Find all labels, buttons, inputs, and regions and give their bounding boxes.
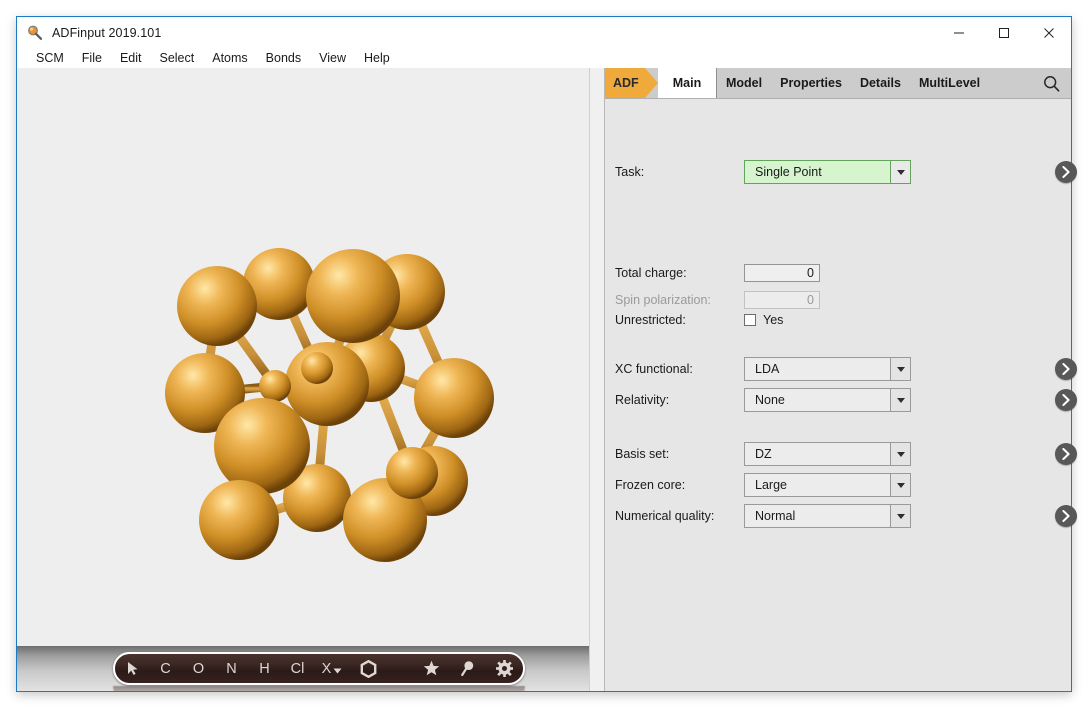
unrestricted-checkbox-label: Yes: [763, 313, 783, 327]
menu-item-help[interactable]: Help: [355, 51, 399, 65]
adf-badge-label: ADF: [613, 76, 639, 90]
chlorine-tool[interactable]: Cl: [281, 654, 314, 683]
settings-gear-tool[interactable]: [485, 654, 523, 683]
basis-set-value: DZ: [745, 447, 890, 461]
row-unrestricted: Unrestricted: Yes: [605, 308, 1071, 332]
toolbar-tray: C O N H Cl X: [17, 646, 589, 691]
oxygen-tool[interactable]: O: [182, 654, 215, 683]
menu-item-file[interactable]: File: [73, 51, 111, 65]
relativity-label: Relativity:: [615, 393, 669, 407]
row-frozen-core: Frozen core: Large: [605, 473, 1071, 497]
frozen-core-dropdown[interactable]: Large: [744, 473, 911, 497]
relativity-dropdown[interactable]: None: [744, 388, 911, 412]
chevron-down-icon[interactable]: [890, 474, 910, 496]
spin-polarization-label: Spin polarization:: [615, 293, 711, 307]
task-value: Single Point: [745, 165, 890, 179]
unrestricted-label: Unrestricted:: [615, 313, 686, 327]
tab-multilevel[interactable]: MultiLevel: [910, 68, 989, 98]
settings-form: Task: Single Point Total charge: 0: [605, 99, 1071, 691]
row-basis-set: Basis set: DZ: [605, 442, 1071, 466]
molecule-viewport[interactable]: C O N H Cl X: [17, 68, 589, 691]
molecule-model: [17, 68, 589, 646]
chevron-down-icon[interactable]: [890, 161, 910, 183]
task-label: Task:: [615, 165, 644, 179]
task-more-button[interactable]: [1055, 161, 1077, 183]
unrestricted-checkbox[interactable]: [744, 314, 756, 326]
window-controls: [936, 17, 1071, 48]
nitrogen-tool[interactable]: N: [215, 654, 248, 683]
total-charge-label: Total charge:: [615, 266, 687, 280]
basis-set-dropdown[interactable]: DZ: [744, 442, 911, 466]
row-xc-functional: XC functional: LDA: [605, 357, 1071, 381]
total-charge-input[interactable]: 0: [744, 264, 820, 282]
magnifier-icon: [26, 24, 44, 42]
row-relativity: Relativity: None: [605, 388, 1071, 412]
row-numerical-quality: Numerical quality: Normal: [605, 504, 1071, 528]
menu-item-bonds[interactable]: Bonds: [257, 51, 310, 65]
relativity-value: None: [745, 393, 890, 407]
tab-properties[interactable]: Properties: [771, 68, 851, 98]
row-task: Task: Single Point: [605, 160, 1071, 184]
main-content: C O N H Cl X: [17, 68, 1071, 691]
search-icon[interactable]: [1031, 68, 1071, 98]
xc-functional-label: XC functional:: [615, 362, 693, 376]
unrestricted-checkbox-wrap[interactable]: Yes: [744, 313, 783, 327]
close-button[interactable]: [1026, 17, 1071, 48]
spin-polarization-input[interactable]: 0: [744, 291, 820, 309]
select-arrow-tool[interactable]: [115, 654, 149, 683]
xc-functional-more-button[interactable]: [1055, 358, 1077, 380]
numerical-quality-label: Numerical quality:: [615, 509, 714, 523]
chevron-down-icon[interactable]: [890, 505, 910, 527]
tab-strip: ADF Main Model Properties Details MultiL…: [605, 68, 1071, 98]
atom-toolbar[interactable]: C O N H Cl X: [113, 652, 525, 685]
relativity-more-button[interactable]: [1055, 389, 1077, 411]
menu-item-scm[interactable]: SCM: [27, 51, 73, 65]
row-total-charge: Total charge: 0: [605, 261, 1071, 285]
task-dropdown[interactable]: Single Point: [744, 160, 911, 184]
basis-set-label: Basis set:: [615, 447, 669, 461]
chevron-down-icon[interactable]: [890, 443, 910, 465]
xc-functional-value: LDA: [745, 362, 890, 376]
ring-tool[interactable]: [350, 654, 386, 683]
basis-set-more-button[interactable]: [1055, 443, 1077, 465]
magnifier-tool[interactable]: [449, 654, 485, 683]
panel-divider[interactable]: [589, 68, 605, 691]
toolbar-reflection: [113, 686, 525, 691]
numerical-quality-dropdown[interactable]: Normal: [744, 504, 911, 528]
chevron-down-icon[interactable]: [890, 389, 910, 411]
menu-item-edit[interactable]: Edit: [111, 51, 151, 65]
maximize-button[interactable]: [981, 17, 1026, 48]
numerical-quality-more-button[interactable]: [1055, 505, 1077, 527]
settings-panel: ADF Main Model Properties Details MultiL…: [605, 68, 1071, 691]
other-element-tool[interactable]: X: [314, 654, 350, 683]
favorite-star-tool[interactable]: [413, 654, 449, 683]
application-window: ADFinput 2019.101 SCM File Edit Select A…: [16, 16, 1072, 692]
menu-item-atoms[interactable]: Atoms: [203, 51, 256, 65]
other-element-label: X: [322, 661, 332, 677]
xc-functional-dropdown[interactable]: LDA: [744, 357, 911, 381]
frozen-core-value: Large: [745, 478, 890, 492]
tab-main[interactable]: Main: [658, 68, 716, 98]
adf-badge[interactable]: ADF: [605, 68, 645, 98]
numerical-quality-value: Normal: [745, 509, 890, 523]
adf-badge-arrow: [645, 68, 658, 98]
hydrogen-tool[interactable]: H: [248, 654, 281, 683]
minimize-button[interactable]: [936, 17, 981, 48]
tab-model[interactable]: Model: [717, 68, 771, 98]
window-title: ADFinput 2019.101: [52, 26, 161, 40]
chevron-down-icon[interactable]: [890, 358, 910, 380]
carbon-tool[interactable]: C: [149, 654, 182, 683]
title-bar: ADFinput 2019.101: [17, 17, 1071, 48]
frozen-core-label: Frozen core:: [615, 478, 685, 492]
menu-bar: SCM File Edit Select Atoms Bonds View He…: [17, 48, 1071, 68]
molecule-render-area[interactable]: [17, 68, 589, 646]
menu-item-view[interactable]: View: [310, 51, 355, 65]
tab-details[interactable]: Details: [851, 68, 910, 98]
menu-item-select[interactable]: Select: [150, 51, 203, 65]
